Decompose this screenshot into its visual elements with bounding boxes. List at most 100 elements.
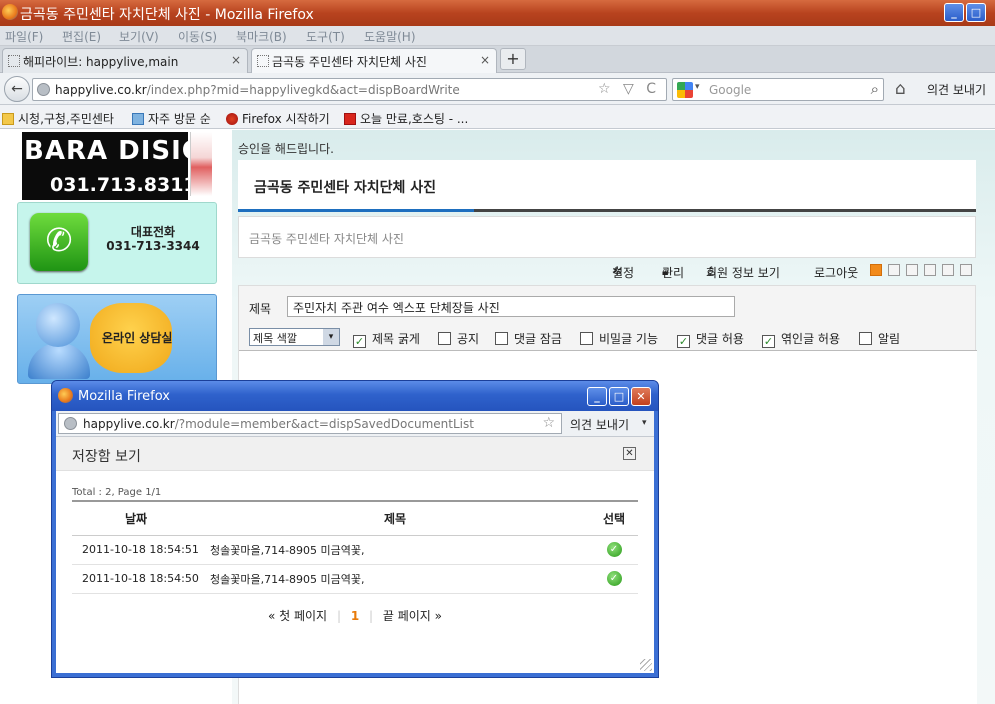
first-page-link[interactable]: « 첫 페이지 <box>268 609 327 623</box>
home-icon[interactable]: ⌂ <box>895 79 906 99</box>
popup-maximize-button[interactable]: □ <box>609 387 629 406</box>
title-color-value: 제목 색깔 <box>253 332 297 345</box>
option-notice[interactable]: 공지 <box>438 330 479 347</box>
folder-icon <box>2 113 14 125</box>
logo-text: BARA DISIGN <box>24 136 188 166</box>
title-input[interactable]: 주민자치 주관 여수 엑스포 단체장들 사진 <box>287 296 735 317</box>
option-allow-comments[interactable]: ✓ 댓글 허용 <box>677 330 744 348</box>
column-title: 제목 <box>200 500 590 536</box>
resize-grip[interactable] <box>640 659 652 671</box>
bookmark-firefox-start[interactable]: Firefox 시작하기 <box>226 110 330 127</box>
list-view-icon[interactable] <box>924 264 936 279</box>
option-notify[interactable]: 알림 <box>859 330 900 347</box>
bookmark-hosting[interactable]: 오늘 만료,호스팅 - ... <box>344 110 468 127</box>
bookmark-most-visited[interactable]: 자주 방문 순 <box>132 110 211 127</box>
popup-close-button[interactable]: ✕ <box>631 387 651 406</box>
bookmark-label: 시청,구청,주민센타 <box>18 112 114 126</box>
option-secret[interactable]: 비밀글 기능 <box>580 330 658 347</box>
checkbox[interactable] <box>438 332 451 345</box>
company-logo[interactable]: BARA DISIGN 031.713.8311 <box>22 132 188 200</box>
option-allow-trackback[interactable]: ✓ 엮인글 허용 <box>762 330 840 348</box>
feedback-button[interactable]: 의견 보내기 <box>927 81 986 98</box>
checkbox[interactable] <box>495 332 508 345</box>
saved-documents-popup: Mozilla Firefox _ □ ✕ happylive.co.kr/?m… <box>51 380 659 678</box>
checkbox[interactable] <box>580 332 593 345</box>
title-color-select[interactable]: 제목 색깔 ▾ <box>249 328 340 346</box>
tab-board-write[interactable]: 금곡동 주민센타 자치단체 사진 × <box>251 48 497 73</box>
new-tab-button[interactable]: + <box>500 48 526 70</box>
url-domain: happylive.co.kr <box>55 83 147 97</box>
phone-glyph: ✆ <box>45 221 73 259</box>
popup-url-field[interactable]: happylive.co.kr/?module=member&act=dispS… <box>58 413 562 434</box>
bookmark-icon <box>132 113 144 125</box>
menu-help[interactable]: 도움말(H) <box>364 28 416 45</box>
menu-edit[interactable]: 편집(E) <box>62 28 101 45</box>
magnifier-icon[interactable]: ⌕ <box>871 80 879 98</box>
hosting-icon <box>344 113 356 125</box>
url-text[interactable]: happylive.co.kr/index.php?mid=happyliveg… <box>55 83 460 97</box>
tab-close-button[interactable]: × <box>231 53 241 67</box>
saved-documents-table: 날짜 제목 선택 2011-10-18 18:54:51 청솔꽃마을,714-8… <box>72 500 638 594</box>
board-description-text: 금곡동 주민센타 자치단체 사진 <box>249 232 404 246</box>
checkbox[interactable] <box>859 332 872 345</box>
tab-bar: 해피라이브: happylive,main × 금곡동 주민센타 자치단체 사진… <box>0 46 995 73</box>
option-label: 댓글 잠금 <box>514 332 562 346</box>
web-zine-view-icon[interactable] <box>942 264 954 279</box>
current-page[interactable]: 1 <box>351 609 359 623</box>
phone-banner[interactable]: ✆ 대표전화 031-713-3344 <box>17 202 217 284</box>
option-label: 제목 굵게 <box>372 332 420 346</box>
row-date: 2011-10-18 18:54:50 <box>72 564 200 594</box>
search-bar[interactable]: ▾ Google ⌕ <box>672 78 884 101</box>
popup-minimize-button[interactable]: _ <box>587 387 607 406</box>
tab-close-button[interactable]: × <box>480 53 490 67</box>
checkbox-checked[interactable]: ✓ <box>353 335 366 348</box>
url-domain: happylive.co.kr <box>83 417 175 431</box>
checkbox-checked[interactable]: ✓ <box>677 335 690 348</box>
popup-url-text[interactable]: happylive.co.kr/?module=member&act=dispS… <box>83 417 474 431</box>
minimize-button[interactable]: _ <box>944 3 964 22</box>
row-date: 2011-10-18 18:54:51 <box>72 535 200 565</box>
logout-link[interactable]: 로그아웃 <box>814 264 858 281</box>
maximize-button[interactable]: □ <box>966 3 986 22</box>
chevron-down-icon[interactable]: ▾ <box>642 418 647 428</box>
option-label: 엮인글 허용 <box>781 332 841 346</box>
online-consult-banner[interactable]: 온라인 상담실 <box>17 294 217 384</box>
table-row: 2011-10-18 18:54:50 청솔꽃마을,714-8905 미금역꽃,… <box>72 564 638 594</box>
consult-label: 온라인 상담실 <box>102 331 173 345</box>
gallery-view-icon[interactable] <box>960 264 972 279</box>
bookmark-star-icon[interactable]: ☆ ▽ C <box>598 81 660 97</box>
search-engine-dropdown[interactable]: ▾ <box>695 82 700 92</box>
menu-view[interactable]: 보기(V) <box>119 28 159 45</box>
tab-happylive[interactable]: 해피라이브: happylive,main × <box>2 48 248 73</box>
url-bar[interactable]: happylive.co.kr/index.php?mid=happyliveg… <box>32 78 667 101</box>
back-button[interactable]: ← <box>4 76 30 102</box>
bookmark-folder-city[interactable]: 시청,구청,주민센타 <box>2 110 114 127</box>
bookmark-label: Firefox 시작하기 <box>242 112 330 126</box>
menu-go[interactable]: 이동(S) <box>178 28 217 45</box>
menu-file[interactable]: 파일(F) <box>5 28 43 45</box>
tag-icon[interactable] <box>906 264 918 279</box>
rss-icon[interactable] <box>870 264 882 279</box>
select-check-icon[interactable]: ✓ <box>606 542 622 557</box>
settings-label: 설정 <box>612 266 635 280</box>
menu-bookmarks[interactable]: 북마크(B) <box>236 28 287 45</box>
close-icon[interactable]: ✕ <box>623 447 636 460</box>
checkbox-checked[interactable]: ✓ <box>762 335 775 348</box>
person-head-icon <box>36 303 80 347</box>
last-page-link[interactable]: 끝 페이지 » <box>383 609 442 623</box>
page-icon <box>8 55 20 67</box>
help-icon[interactable] <box>888 264 900 279</box>
option-comment-lock[interactable]: 댓글 잠금 <box>495 330 562 347</box>
board-title-underline <box>238 209 474 212</box>
select-check-icon[interactable]: ✓ <box>606 571 622 586</box>
bookmark-star-icon[interactable]: ☆ <box>542 415 555 431</box>
popup-feedback-button[interactable]: 의견 보내기 <box>570 416 629 433</box>
logo-phone: 031.713.8311 <box>50 174 188 196</box>
firefox-logo-icon <box>58 388 73 403</box>
menu-tools[interactable]: 도구(T) <box>306 28 345 45</box>
row-title[interactable]: 청솔꽃마을,714-8905 미금역꽃, <box>200 564 590 594</box>
option-label: 댓글 허용 <box>696 332 744 346</box>
option-label: 비밀글 기능 <box>599 332 659 346</box>
row-title[interactable]: 청솔꽃마을,714-8905 미금역꽃, <box>200 535 590 565</box>
option-bold-title[interactable]: ✓ 제목 굵게 <box>353 330 420 348</box>
